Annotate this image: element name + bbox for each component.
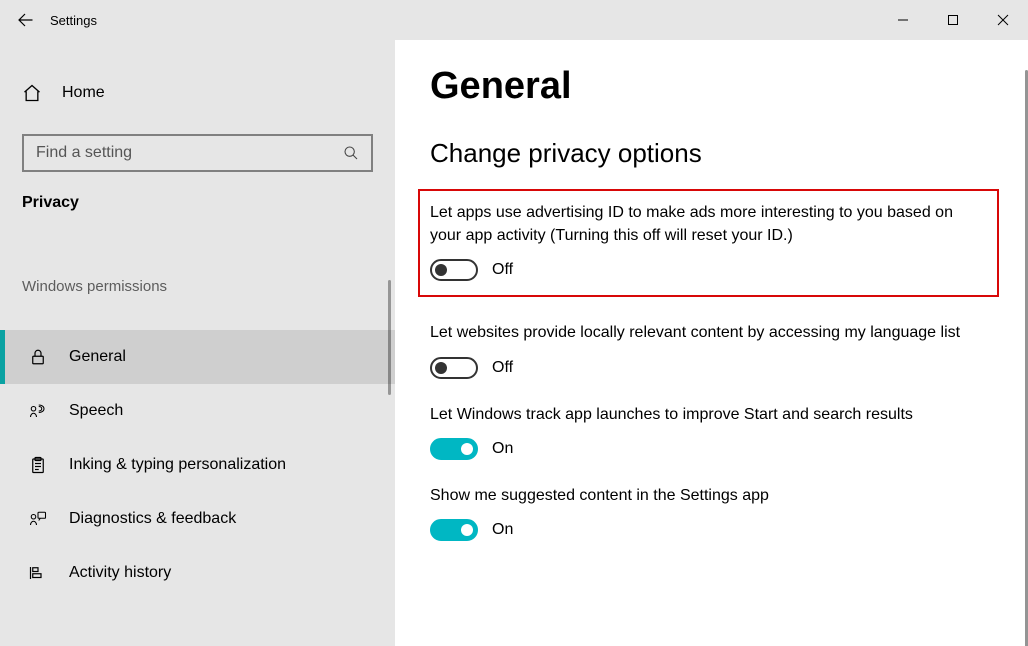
settings-window: Settings Home <box>0 0 1028 646</box>
search-icon <box>343 145 359 161</box>
body: Home Privacy Windows permissions General… <box>0 40 1028 646</box>
back-button[interactable] <box>0 0 50 40</box>
nav-item-speech[interactable]: Speech <box>0 384 395 438</box>
home-icon <box>22 83 42 103</box>
option-label: Let Windows track app launches to improv… <box>430 403 970 426</box>
nav-label: Activity history <box>69 564 171 582</box>
minimize-icon <box>897 14 909 26</box>
toggle-knob <box>461 524 473 536</box>
toggle-knob <box>435 264 447 276</box>
search-box[interactable] <box>22 134 373 172</box>
sidebar: Home Privacy Windows permissions General… <box>0 40 395 646</box>
page-title: General <box>430 65 993 108</box>
window-controls <box>878 0 1028 40</box>
nav-label: Diagnostics & feedback <box>69 510 236 528</box>
toggle-advertising-id[interactable] <box>430 259 478 281</box>
page-subtitle: Change privacy options <box>430 138 993 169</box>
sidebar-scrollbar[interactable] <box>388 280 391 395</box>
nav-label: Speech <box>69 402 123 420</box>
nav-list: General Speech Inking & typing personali… <box>0 330 395 600</box>
close-button[interactable] <box>978 0 1028 40</box>
nav-label: Inking & typing personalization <box>69 456 286 474</box>
clipboard-icon <box>29 456 47 474</box>
maximize-icon <box>947 14 959 26</box>
option-label: Show me suggested content in the Setting… <box>430 484 970 507</box>
titlebar: Settings <box>0 0 1028 40</box>
nav-item-activity[interactable]: Activity history <box>0 546 395 600</box>
speech-icon <box>28 402 48 420</box>
content: General Change privacy options Let apps … <box>395 40 1028 646</box>
nav-label: General <box>69 348 126 366</box>
option-advertising-id: Let apps use advertising ID to make ads … <box>418 189 999 297</box>
toggle-language-list[interactable] <box>430 357 478 379</box>
toggle-row: On <box>430 519 993 541</box>
home-label: Home <box>62 84 105 102</box>
lock-icon <box>29 348 47 366</box>
option-label: Let websites provide locally relevant co… <box>430 321 970 344</box>
home-button[interactable]: Home <box>22 70 373 116</box>
toggle-state: On <box>492 440 513 458</box>
toggle-row: On <box>430 438 993 460</box>
sidebar-top: Home Privacy Windows permissions <box>0 40 395 295</box>
toggle-state: Off <box>492 359 513 377</box>
toggle-app-launches[interactable] <box>430 438 478 460</box>
option-language-list: Let websites provide locally relevant co… <box>430 321 993 378</box>
minimize-button[interactable] <box>878 0 928 40</box>
toggle-row: Off <box>430 357 993 379</box>
group-label: Windows permissions <box>22 278 373 295</box>
toggle-knob <box>435 362 447 374</box>
search-input[interactable] <box>36 144 343 162</box>
history-icon <box>28 564 48 582</box>
option-app-launches: Let Windows track app launches to improv… <box>430 403 993 460</box>
section-title: Privacy <box>22 194 373 212</box>
window-title: Settings <box>50 13 97 28</box>
toggle-state: On <box>492 521 513 539</box>
nav-item-diagnostics[interactable]: Diagnostics & feedback <box>0 492 395 546</box>
toggle-state: Off <box>492 261 513 279</box>
nav-item-general[interactable]: General <box>0 330 395 384</box>
option-label: Let apps use advertising ID to make ads … <box>430 201 970 247</box>
toggle-knob <box>461 443 473 455</box>
close-icon <box>997 14 1009 26</box>
option-suggested-content: Show me suggested content in the Setting… <box>430 484 993 541</box>
toggle-suggested-content[interactable] <box>430 519 478 541</box>
feedback-icon <box>28 510 48 528</box>
arrow-left-icon <box>16 11 34 29</box>
nav-item-inking[interactable]: Inking & typing personalization <box>0 438 395 492</box>
maximize-button[interactable] <box>928 0 978 40</box>
toggle-row: Off <box>430 259 987 281</box>
